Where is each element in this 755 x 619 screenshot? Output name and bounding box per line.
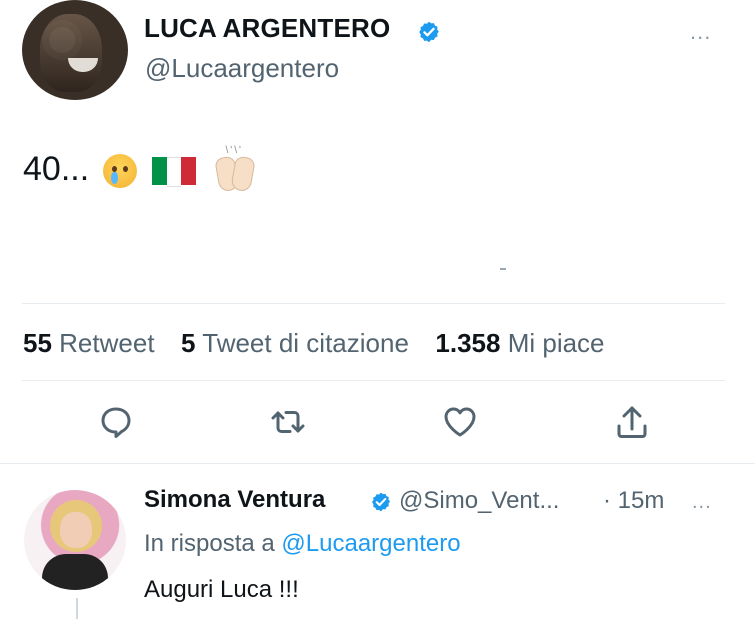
raising-hands-emoji-icon: \'\': [212, 145, 258, 193]
reply-verified-badge-icon: [370, 491, 392, 513]
like-button[interactable]: [440, 402, 480, 442]
reply-context-prefix: In risposta a: [144, 530, 275, 557]
like-label[interactable]: Mi piace: [508, 328, 605, 358]
reply-context: In risposta a @Lucaargentero: [144, 530, 461, 558]
divider-top: [22, 303, 725, 304]
reply-text: Auguri Luca !!!: [144, 576, 299, 603]
reply-more-options-icon[interactable]: ...: [692, 491, 712, 514]
reply-author-handle[interactable]: @Simo_Vent...: [399, 487, 559, 515]
reply-author-avatar[interactable]: [24, 490, 126, 590]
share-button[interactable]: [612, 402, 652, 442]
tweet-text-content: 40...: [23, 150, 90, 188]
heart-icon: [444, 407, 476, 437]
reply-context-mention[interactable]: @Lucaargentero: [281, 530, 460, 557]
like-count[interactable]: 1.358: [435, 328, 500, 358]
reply-icon: [101, 407, 131, 438]
tweet-stats: 55 Retweet 5 Tweet di citazione 1.358 Mi…: [23, 328, 605, 359]
retweet-button[interactable]: [268, 402, 308, 442]
reply-timestamp[interactable]: · 15m: [603, 487, 664, 515]
quote-label[interactable]: Tweet di citazione: [202, 328, 409, 358]
verified-badge-icon: [417, 20, 441, 44]
divider-stats: [22, 380, 725, 381]
reply-thread-line: [76, 598, 78, 619]
author-name[interactable]: LUCA ARGENTERO: [144, 13, 390, 44]
verified-badge-icon-svg: [419, 21, 439, 43]
retweet-icon: [271, 411, 305, 433]
author-avatar[interactable]: [22, 0, 128, 100]
reply-author-name[interactable]: Simona Ventura: [144, 486, 325, 514]
share-icon: [617, 406, 647, 438]
media-placeholder-divider: [500, 268, 506, 270]
crying-face-emoji-icon: [102, 154, 137, 189]
reply-verified-badge-icon-svg: [372, 492, 390, 512]
retweet-count[interactable]: 55: [23, 328, 52, 358]
divider-reply: [0, 463, 755, 464]
italy-flag-emoji-icon: [152, 157, 197, 188]
tweet-text: 40... \'\': [23, 145, 258, 193]
reply-button[interactable]: [96, 402, 136, 442]
more-options-icon[interactable]: ...: [690, 19, 711, 45]
retweet-label[interactable]: Retweet: [59, 328, 154, 358]
author-handle[interactable]: @Lucaargentero: [145, 53, 339, 84]
quote-count[interactable]: 5: [181, 328, 195, 358]
